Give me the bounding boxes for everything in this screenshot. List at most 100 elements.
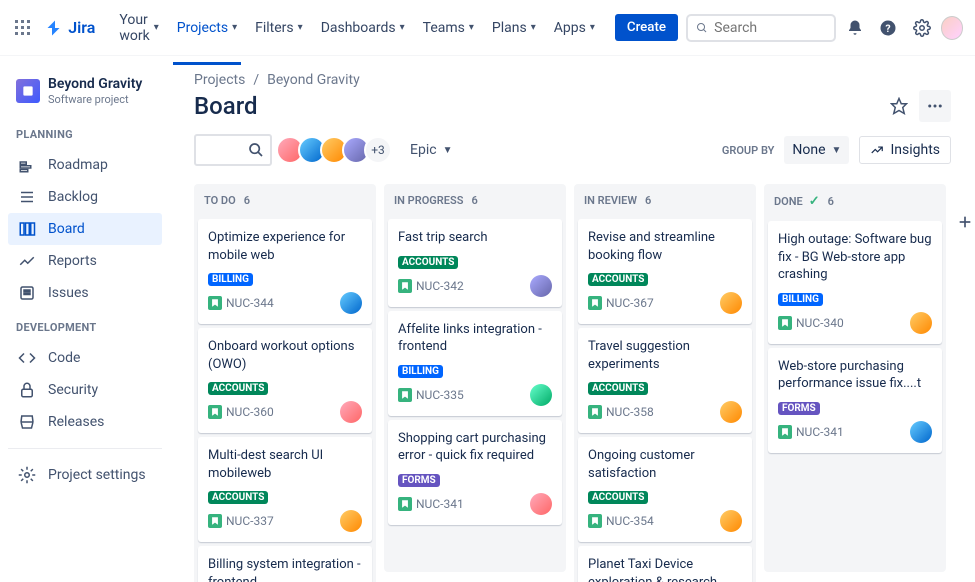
breadcrumb-projects[interactable]: Projects (194, 72, 245, 88)
nav-item-projects[interactable]: Projects▾ (169, 6, 245, 50)
assignee-filter[interactable]: +3 (282, 136, 392, 164)
top-nav: Jira Your work▾Projects▾Filters▾Dashboar… (0, 0, 975, 56)
epic-filter[interactable]: Epic ▼ (402, 138, 460, 162)
sidebar-project-settings[interactable]: Project settings (8, 459, 162, 491)
group-by-dropdown[interactable]: None ▼ (784, 136, 849, 164)
column-header[interactable]: IN PROGRESS6 (384, 184, 566, 217)
column-count: 6 (471, 194, 477, 207)
product-logo[interactable]: Jira (38, 18, 103, 37)
story-icon (398, 279, 412, 293)
column-count: 6 (828, 195, 834, 208)
card-assignee-avatar[interactable] (530, 384, 552, 406)
column-header[interactable]: TO DO6 (194, 184, 376, 217)
card-id: NUC-341 (796, 425, 844, 439)
settings-icon[interactable] (907, 12, 937, 44)
sidebar-item-board[interactable]: Board (8, 213, 162, 245)
profile-avatar[interactable] (941, 16, 963, 40)
sidebar-item-roadmap[interactable]: Roadmap (8, 149, 162, 181)
nav-item-dashboards[interactable]: Dashboards▾ (313, 6, 413, 50)
nav-item-your-work[interactable]: Your work▾ (111, 6, 166, 50)
column-header[interactable]: DONE✓6 (764, 184, 946, 219)
card-assignee-avatar[interactable] (340, 292, 362, 314)
card-title: High outage: Software bug fix - BG Web-s… (778, 231, 932, 284)
sidebar-item-label: Releases (48, 414, 104, 430)
card-title: Travel suggestion experiments (588, 338, 742, 373)
create-button[interactable]: Create (615, 14, 678, 41)
nav-item-filters[interactable]: Filters▾ (247, 6, 311, 50)
project-header[interactable]: Beyond Gravity Software project (8, 72, 162, 116)
card-assignee-avatar[interactable] (340, 401, 362, 423)
chevron-down-icon: ▾ (531, 22, 536, 33)
sidebar-item-reports[interactable]: Reports (8, 245, 162, 277)
story-icon (588, 405, 602, 419)
issue-card[interactable]: Onboard workout options (OWO)ACCOUNTSNUC… (198, 328, 372, 433)
nav-item-plans[interactable]: Plans▾ (484, 6, 544, 50)
help-icon[interactable]: ? (873, 12, 903, 44)
card-assignee-avatar[interactable] (720, 292, 742, 314)
more-actions-icon[interactable] (919, 90, 951, 122)
card-id: NUC-341 (416, 497, 464, 511)
card-assignee-avatar[interactable] (910, 421, 932, 443)
issue-card[interactable]: High outage: Software bug fix - BG Web-s… (768, 221, 942, 344)
breadcrumb-project[interactable]: Beyond Gravity (267, 72, 360, 88)
column-header[interactable]: IN REVIEW6 (574, 184, 756, 217)
insights-button[interactable]: Insights (859, 136, 951, 164)
card-assignee-avatar[interactable] (910, 312, 932, 334)
issue-card[interactable]: Shopping cart purchasing error - quick f… (388, 420, 562, 525)
issue-card[interactable]: Fast trip searchACCOUNTSNUC-342 (388, 219, 562, 307)
add-column-icon[interactable] (953, 210, 975, 234)
group-by-label: GROUP BY (722, 144, 775, 157)
star-icon[interactable] (883, 90, 915, 122)
development-label: DEVELOPMENT (8, 313, 162, 338)
issue-card[interactable]: Revise and streamline booking flowACCOUN… (578, 219, 752, 324)
card-assignee-avatar[interactable] (340, 510, 362, 532)
chevron-down-icon: ▼ (443, 145, 453, 156)
issue-card[interactable]: Ongoing customer satisfactionACCOUNTSNUC… (578, 437, 752, 542)
card-assignee-avatar[interactable] (720, 510, 742, 532)
issue-card[interactable]: Billing system integration - frontendFOR… (198, 546, 372, 582)
card-title: Affelite links integration - frontend (398, 321, 552, 356)
nav-item-teams[interactable]: Teams▾ (415, 6, 482, 50)
product-name: Jira (68, 18, 95, 37)
sidebar-item-releases[interactable]: Releases (8, 406, 162, 438)
column-body[interactable]: Revise and streamline booking flowACCOUN… (574, 217, 756, 582)
epic-label: Epic (410, 142, 437, 158)
card-assignee-avatar[interactable] (720, 401, 742, 423)
issue-card[interactable]: Travel suggestion experimentsACCOUNTSNUC… (578, 328, 752, 433)
column-body[interactable]: Fast trip searchACCOUNTSNUC-342Affelite … (384, 217, 566, 572)
sidebar-item-issues[interactable]: Issues (8, 277, 162, 309)
sidebar-item-security[interactable]: Security (8, 374, 162, 406)
issue-card[interactable]: Optimize experience for mobile webBILLIN… (198, 219, 372, 324)
issue-card[interactable]: Multi-dest search UI mobilewebACCOUNTSNU… (198, 437, 372, 542)
board-columns: TO DO6Optimize experience for mobile web… (194, 184, 951, 582)
card-assignee-avatar[interactable] (530, 493, 552, 515)
column-body[interactable]: High outage: Software bug fix - BG Web-s… (764, 219, 946, 572)
card-tag: FORMS (778, 402, 820, 415)
card-assignee-avatar[interactable] (530, 275, 552, 297)
avatar-overflow[interactable]: +3 (364, 136, 392, 164)
column-count: 6 (244, 194, 250, 207)
card-title: Onboard workout options (OWO) (208, 338, 362, 373)
column-body[interactable]: Optimize experience for mobile webBILLIN… (194, 217, 376, 582)
issue-card[interactable]: Web-store purchasing performance issue f… (768, 348, 942, 453)
planning-label: PLANNING (8, 120, 162, 145)
nav-item-apps[interactable]: Apps▾ (546, 6, 603, 50)
sidebar-item-label: Board (48, 221, 85, 237)
search-input[interactable] (714, 20, 826, 36)
global-search[interactable] (686, 14, 836, 42)
sidebar-item-label: Code (48, 350, 80, 366)
card-tag: BILLING (398, 365, 443, 378)
card-id: NUC-335 (416, 388, 464, 402)
sidebar-item-backlog[interactable]: Backlog (8, 181, 162, 213)
app-switcher-icon[interactable] (12, 16, 34, 40)
group-by-value: None (792, 142, 825, 158)
sidebar-item-label: Backlog (48, 189, 98, 205)
story-icon (778, 316, 792, 330)
board-search[interactable] (194, 134, 272, 166)
sidebar-item-code[interactable]: Code (8, 342, 162, 374)
notifications-icon[interactable] (840, 12, 870, 44)
column-title: DONE (774, 195, 803, 208)
column-done: DONE✓6 High outage: Software bug fix - BG… (764, 184, 946, 572)
issue-card[interactable]: Planet Taxi Device exploration & researc… (578, 546, 752, 582)
issue-card[interactable]: Affelite links integration - frontend BIL… (388, 311, 562, 416)
